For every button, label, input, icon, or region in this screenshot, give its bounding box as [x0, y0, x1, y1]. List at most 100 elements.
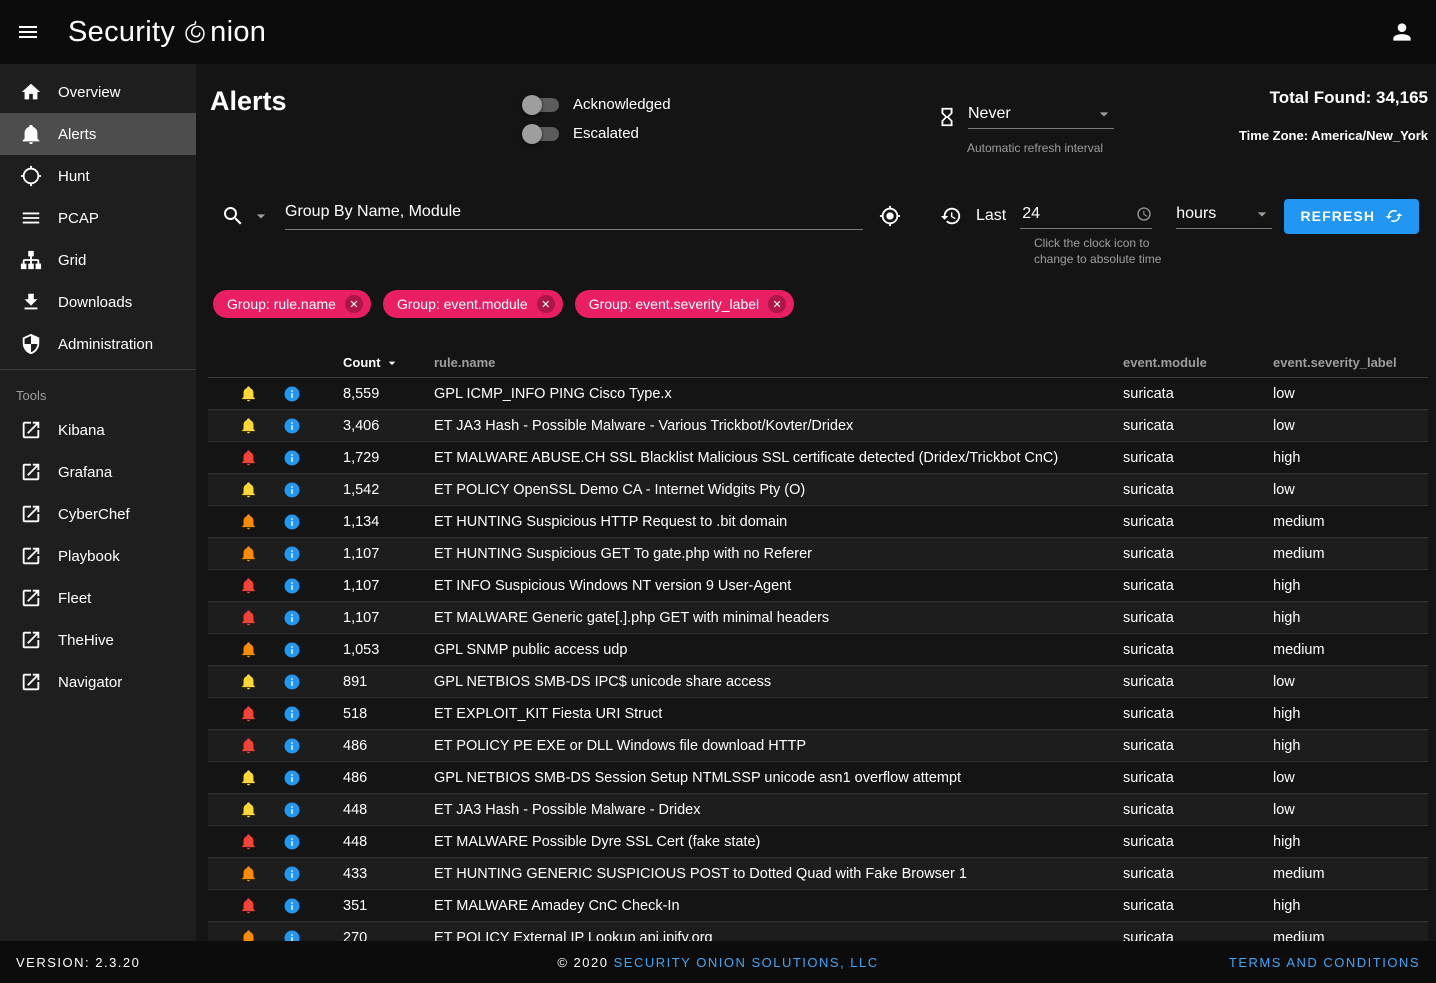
close-icon[interactable]: ✕	[345, 295, 363, 313]
table-row[interactable]: 486ET POLICY PE EXE or DLL Windows file …	[208, 730, 1428, 762]
clock-icon[interactable]	[1136, 206, 1152, 222]
filter-chip-label: Group: event.module	[397, 296, 528, 312]
sidebar-item-pcap[interactable]: PCAP	[0, 197, 196, 239]
table-row[interactable]: 891GPL NETBIOS SMB-DS IPC$ unicode share…	[208, 666, 1428, 698]
info-icon[interactable]	[283, 705, 301, 723]
sidebar-item-hunt[interactable]: Hunt	[0, 155, 196, 197]
table-row[interactable]: 448ET MALWARE Possible Dyre SSL Cert (fa…	[208, 826, 1428, 858]
menu-button[interactable]	[4, 8, 52, 56]
table-row[interactable]: 518ET EXPLOIT_KIT Fiesta URI Structsuric…	[208, 698, 1428, 730]
sidebar-item-alerts[interactable]: Alerts	[0, 113, 196, 155]
alert-bell-icon[interactable]	[240, 737, 257, 754]
sidebar-item-playbook[interactable]: Playbook	[0, 535, 196, 577]
company-link[interactable]: SECURITY ONION SOLUTIONS, LLC	[614, 955, 879, 970]
alert-bell-icon[interactable]	[240, 673, 257, 690]
table-row[interactable]: 1,107ET HUNTING Suspicious GET To gate.p…	[208, 538, 1428, 570]
alert-bell-icon[interactable]	[240, 801, 257, 818]
sidebar-item-fleet[interactable]: Fleet	[0, 577, 196, 619]
info-icon[interactable]	[283, 897, 301, 915]
table-row[interactable]: 1,107ET INFO Suspicious Windows NT versi…	[208, 570, 1428, 602]
alert-bell-icon[interactable]	[240, 385, 257, 402]
close-icon[interactable]: ✕	[768, 295, 786, 313]
info-icon[interactable]	[283, 545, 301, 563]
count-cell: 486	[314, 738, 434, 754]
search-input[interactable]	[285, 203, 863, 230]
table-row[interactable]: 448ET JA3 Hash - Possible Malware - Drid…	[208, 794, 1428, 826]
table-row[interactable]: 270ET POLICY External IP Lookup api.ipif…	[208, 922, 1428, 941]
sidebar-item-grid[interactable]: Grid	[0, 239, 196, 281]
table-row[interactable]: 351ET MALWARE Amadey CnC Check-Insuricat…	[208, 890, 1428, 922]
info-icon[interactable]	[283, 833, 301, 851]
menu-down-icon	[251, 206, 271, 226]
table-row[interactable]: 1,542ET POLICY OpenSSL Demo CA - Interne…	[208, 474, 1428, 506]
acknowledged-toggle[interactable]: Acknowledged	[525, 90, 671, 119]
toggle-switch[interactable]	[525, 98, 559, 112]
user-menu-button[interactable]	[1378, 8, 1426, 56]
alert-bell-icon[interactable]	[240, 641, 257, 658]
crosshairs-icon[interactable]	[879, 205, 901, 227]
sidebar-item-kibana[interactable]: Kibana	[0, 409, 196, 451]
info-icon[interactable]	[283, 609, 301, 627]
info-icon[interactable]	[283, 865, 301, 883]
info-icon[interactable]	[283, 673, 301, 691]
filter-chip[interactable]: Group: event.severity_label✕	[575, 290, 794, 318]
terms-link[interactable]: TERMS AND CONDITIONS	[1229, 955, 1420, 970]
filter-chip[interactable]: Group: rule.name✕	[213, 290, 371, 318]
alert-bell-icon[interactable]	[240, 481, 257, 498]
alert-bell-icon[interactable]	[240, 417, 257, 434]
time-value-input[interactable]	[1020, 204, 1136, 224]
alert-bell-icon[interactable]	[240, 769, 257, 786]
table-row[interactable]: 1,134ET HUNTING Suspicious HTTP Request …	[208, 506, 1428, 538]
table-row[interactable]: 1,107ET MALWARE Generic gate[.].php GET …	[208, 602, 1428, 634]
table-row[interactable]: 8,559GPL ICMP_INFO PING Cisco Type.xsuri…	[208, 378, 1428, 410]
info-icon[interactable]	[283, 513, 301, 531]
alert-bell-icon[interactable]	[240, 929, 257, 941]
alert-bell-icon[interactable]	[240, 609, 257, 626]
alert-bell-icon[interactable]	[240, 897, 257, 914]
column-header-severity[interactable]: event.severity_label	[1273, 355, 1428, 370]
info-icon[interactable]	[283, 385, 301, 403]
info-icon[interactable]	[283, 577, 301, 595]
history-icon[interactable]	[940, 205, 962, 227]
toggle-switch[interactable]	[525, 127, 559, 141]
info-icon[interactable]	[283, 769, 301, 787]
sidebar-item-navigator[interactable]: Navigator	[0, 661, 196, 703]
column-header-count[interactable]: Count	[314, 355, 434, 371]
table-row[interactable]: 433ET HUNTING GENERIC SUSPICIOUS POST to…	[208, 858, 1428, 890]
info-icon[interactable]	[283, 481, 301, 499]
escalated-toggle[interactable]: Escalated	[525, 119, 671, 148]
sidebar-item-administration[interactable]: Administration	[0, 323, 196, 365]
table-row[interactable]: 1,053GPL SNMP public access udpsuricatam…	[208, 634, 1428, 666]
info-icon[interactable]	[283, 737, 301, 755]
refresh-button[interactable]: REFRESH	[1284, 199, 1419, 234]
info-icon[interactable]	[283, 929, 301, 942]
table-row[interactable]: 1,729ET MALWARE ABUSE.CH SSL Blacklist M…	[208, 442, 1428, 474]
sidebar-item-downloads[interactable]: Downloads	[0, 281, 196, 323]
search-options-button[interactable]	[221, 204, 271, 228]
alert-bell-icon[interactable]	[240, 705, 257, 722]
alert-bell-icon[interactable]	[240, 833, 257, 850]
info-icon[interactable]	[283, 417, 301, 435]
column-header-rule-name[interactable]: rule.name	[434, 355, 1123, 370]
info-icon[interactable]	[283, 449, 301, 467]
sidebar-item-grafana[interactable]: Grafana	[0, 451, 196, 493]
sidebar-item-cyberchef[interactable]: CyberChef	[0, 493, 196, 535]
filter-chip[interactable]: Group: event.module ✕	[383, 290, 563, 318]
refresh-interval-select[interactable]: Never	[968, 104, 1114, 129]
brand-text-suffix: nion	[210, 16, 266, 49]
alert-bell-icon[interactable]	[240, 865, 257, 882]
alert-bell-icon[interactable]	[240, 545, 257, 562]
info-icon[interactable]	[283, 641, 301, 659]
table-row[interactable]: 486GPL NETBIOS SMB-DS Session Setup NTML…	[208, 762, 1428, 794]
alert-bell-icon[interactable]	[240, 513, 257, 530]
info-cell	[270, 897, 314, 915]
sidebar-item-thehive[interactable]: TheHive	[0, 619, 196, 661]
info-icon[interactable]	[283, 801, 301, 819]
close-icon[interactable]: ✕	[537, 295, 555, 313]
alert-bell-icon[interactable]	[240, 577, 257, 594]
time-unit-select[interactable]: hours	[1176, 204, 1272, 229]
table-row[interactable]: 3,406ET JA3 Hash - Possible Malware - Va…	[208, 410, 1428, 442]
alert-bell-icon[interactable]	[240, 449, 257, 466]
column-header-event-module[interactable]: event.module	[1123, 355, 1273, 370]
sidebar-item-overview[interactable]: Overview	[0, 71, 196, 113]
